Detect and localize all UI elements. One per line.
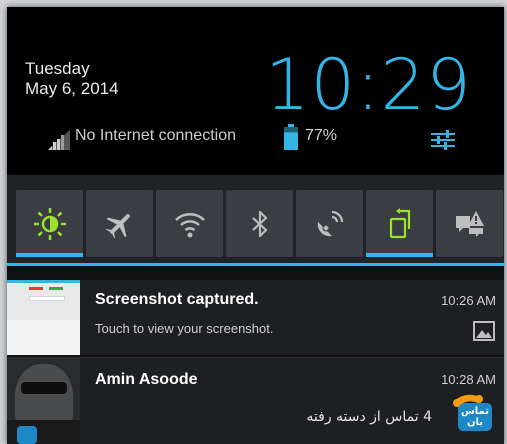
airplane-icon — [105, 213, 130, 238]
brightness-icon — [33, 207, 66, 240]
status-header: Tuesday May 6, 2014 10:29 No Internet co… — [7, 7, 504, 175]
contact-photo — [7, 358, 80, 444]
network-status: No Internet connection — [75, 127, 236, 144]
battery-percent: 77% — [305, 127, 338, 144]
tile-gps[interactable] — [296, 190, 363, 257]
tile-notifications[interactable] — [436, 190, 503, 257]
shade-gap — [7, 266, 504, 280]
tile-active-indicator — [16, 253, 83, 257]
tile-airplane[interactable] — [86, 190, 153, 257]
notification-title: Screenshot captured. — [95, 291, 259, 308]
date-label[interactable]: May 6, 2014 — [25, 79, 119, 99]
screenshot-thumbnail — [7, 280, 80, 355]
signal-strength-icon — [48, 130, 70, 150]
tile-brightness[interactable] — [16, 190, 83, 257]
notification-screenshot[interactable]: Screenshot captured. Touch to view your … — [7, 280, 504, 355]
battery-icon — [284, 124, 298, 150]
tile-bluetooth[interactable] — [226, 190, 293, 257]
notification-shade: Tuesday May 6, 2014 10:29 No Internet co… — [7, 7, 504, 444]
notification-text: Touch to view your screenshot. — [95, 321, 274, 336]
notification-time: 10:26 AM — [441, 293, 496, 308]
notification-missed-calls[interactable]: Amin Asoode 10:28 AM 4 تماس از دسته رفته… — [7, 357, 504, 444]
day-label: Tuesday — [25, 59, 90, 78]
quick-settings-bar — [7, 175, 504, 263]
tile-wifi[interactable] — [156, 190, 223, 257]
gps-icon — [317, 210, 343, 236]
notification-time: 10:28 AM — [441, 372, 496, 387]
phone-app-icon: تماس بان — [450, 389, 496, 435]
bluetooth-icon — [251, 210, 267, 237]
auto-rotate-icon — [389, 207, 410, 238]
app-icon-label: تماس بان — [460, 406, 489, 428]
tile-active-indicator — [366, 253, 433, 257]
clock[interactable]: 10:29 — [265, 45, 472, 125]
settings-sliders-icon[interactable] — [431, 129, 455, 151]
tile-auto-rotate[interactable] — [366, 190, 433, 257]
image-icon — [473, 321, 495, 341]
notification-settings-icon — [455, 210, 484, 237]
contact-name: Amin Asoode — [95, 371, 198, 388]
wifi-icon — [174, 212, 205, 237]
missed-calls-text: 4 تماس از دسته رفته — [306, 409, 432, 425]
